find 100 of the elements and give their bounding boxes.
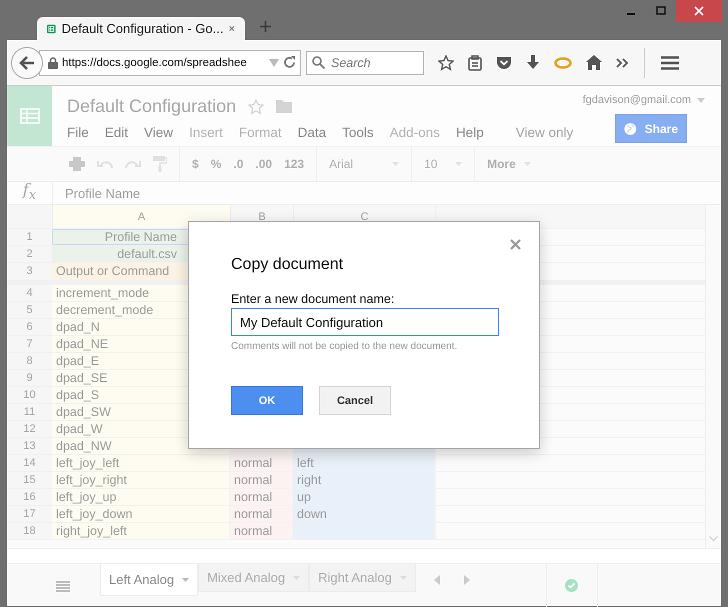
overflow-icon[interactable] xyxy=(616,58,628,68)
row-number[interactable]: 17 xyxy=(7,506,52,522)
format-button[interactable]: % xyxy=(210,157,222,171)
document-title: Default Configuration xyxy=(67,96,236,117)
sheet-tab[interactable]: Left Analog xyxy=(100,564,198,596)
column-header[interactable]: A xyxy=(52,205,230,228)
reading-list-icon[interactable] xyxy=(468,54,482,70)
row-number[interactable]: 16 xyxy=(7,489,52,505)
more-dropdown[interactable]: More xyxy=(487,157,532,171)
format-button[interactable]: .00 xyxy=(255,157,272,171)
row-number[interactable]: 1 xyxy=(7,229,52,245)
menu-item[interactable]: Help xyxy=(456,125,484,140)
table-cell: left_joy_left xyxy=(52,455,230,471)
hint-text: Comments will not be copied to the new document. xyxy=(231,341,458,352)
address-bar[interactable]: https://docs.google.com/spreadshee xyxy=(39,50,301,76)
back-arrow-icon[interactable] xyxy=(19,56,35,70)
account-email[interactable]: fgdavison@gmail.com xyxy=(582,94,691,106)
sheet-tab[interactable]: Mixed Analog xyxy=(198,564,310,592)
table-cell: normal xyxy=(230,506,293,522)
row-number[interactable]: 7 xyxy=(7,336,52,352)
pocket-icon[interactable] xyxy=(496,56,512,70)
table-cell: normal xyxy=(230,523,293,539)
font-dropdown[interactable]: Arial xyxy=(329,157,400,171)
scrollbar[interactable] xyxy=(705,205,721,548)
search-icon xyxy=(312,56,325,68)
globe-icon xyxy=(624,120,637,136)
menu-item[interactable]: View xyxy=(144,125,174,140)
download-icon[interactable] xyxy=(526,54,540,70)
row-number[interactable]: 10 xyxy=(7,387,52,403)
table-cell: left_joy_down xyxy=(52,506,230,522)
menu-item[interactable]: File xyxy=(67,125,89,140)
table-cell: normal xyxy=(230,489,293,505)
format-button[interactable]: .0 xyxy=(233,157,244,171)
name-field[interactable]: My Default Configuration xyxy=(231,308,499,336)
table-cell: down xyxy=(293,506,435,522)
reload-icon[interactable] xyxy=(283,56,296,69)
menu-item[interactable]: Tools xyxy=(342,125,374,140)
menu-item[interactable]: Edit xyxy=(104,125,128,140)
bookmark-star-icon[interactable] xyxy=(438,54,454,70)
ok-button[interactable]: OK xyxy=(231,386,303,415)
paint-roller-icon[interactable] xyxy=(153,156,167,172)
table-cell: left_joy_up xyxy=(52,489,230,505)
undo-icon[interactable] xyxy=(97,159,113,169)
url-text: https://docs.google.com/spreadshee xyxy=(62,56,248,68)
dialog-title: Copy document xyxy=(231,256,344,274)
row-number[interactable]: 4 xyxy=(7,285,52,301)
ring-icon[interactable] xyxy=(554,56,572,68)
view-mode-label: View only xyxy=(516,125,574,140)
format-button[interactable]: 123 xyxy=(284,157,304,171)
sheet-list-icon[interactable] xyxy=(56,581,70,592)
table-cell: right_joy_left xyxy=(52,523,230,539)
table-cell: left xyxy=(293,455,435,471)
table-cell: left_joy_right xyxy=(52,472,230,488)
back-button[interactable] xyxy=(11,46,43,78)
close-icon[interactable] xyxy=(229,24,235,33)
check-icon xyxy=(565,579,578,592)
font-size-dropdown[interactable]: 10 xyxy=(424,157,462,171)
print-icon[interactable] xyxy=(69,157,85,171)
scroll-down-icon[interactable] xyxy=(709,536,718,542)
close-icon[interactable] xyxy=(510,239,521,250)
row-number[interactable]: 12 xyxy=(7,421,52,437)
row-number[interactable]: 14 xyxy=(7,455,52,471)
row-number[interactable]: 2 xyxy=(7,246,52,262)
sheet-tab[interactable]: Right Analog xyxy=(309,564,416,592)
row-number[interactable]: 18 xyxy=(7,523,52,539)
share-button[interactable]: Share xyxy=(615,114,687,143)
close-button[interactable] xyxy=(676,0,722,22)
row-number[interactable]: 15 xyxy=(7,472,52,488)
spreadsheet-icon xyxy=(47,22,56,36)
row-number[interactable]: 9 xyxy=(7,370,52,386)
row-number[interactable]: 11 xyxy=(7,404,52,420)
row-number[interactable]: 3 xyxy=(7,263,52,280)
menu-item[interactable]: Data xyxy=(298,125,326,140)
dropdown-icon[interactable] xyxy=(269,58,279,66)
maximize-icon[interactable] xyxy=(656,6,666,16)
caret-icon[interactable] xyxy=(182,578,190,582)
row-number[interactable]: 8 xyxy=(7,353,52,369)
table-cell: normal xyxy=(230,455,293,471)
caret-icon[interactable] xyxy=(697,98,705,102)
table-cell: right xyxy=(293,472,435,488)
menu-icon[interactable] xyxy=(661,56,679,70)
new-tab-icon[interactable] xyxy=(260,21,271,32)
formula-field[interactable]: Profile Name xyxy=(65,186,140,200)
field-label: Enter a new document name: xyxy=(231,292,396,306)
table-cell: normal xyxy=(230,472,293,488)
row-number[interactable]: 5 xyxy=(7,302,52,318)
table-cell: up xyxy=(293,489,435,505)
browser-tab[interactable]: Default Configuration - Go... xyxy=(37,17,245,40)
redo-icon[interactable] xyxy=(125,159,141,169)
row-number[interactable]: 6 xyxy=(7,319,52,335)
search-field[interactable]: Search xyxy=(306,50,424,74)
next-icon[interactable] xyxy=(464,575,470,585)
format-button[interactable]: $ xyxy=(192,157,199,171)
cancel-button[interactable]: Cancel xyxy=(319,386,391,415)
sheets-logo[interactable] xyxy=(7,86,52,146)
row-number[interactable]: 13 xyxy=(7,438,52,454)
previous-icon[interactable] xyxy=(434,575,440,585)
folder-icon[interactable] xyxy=(276,100,292,113)
home-icon[interactable] xyxy=(586,55,602,70)
star-icon[interactable] xyxy=(248,98,264,114)
